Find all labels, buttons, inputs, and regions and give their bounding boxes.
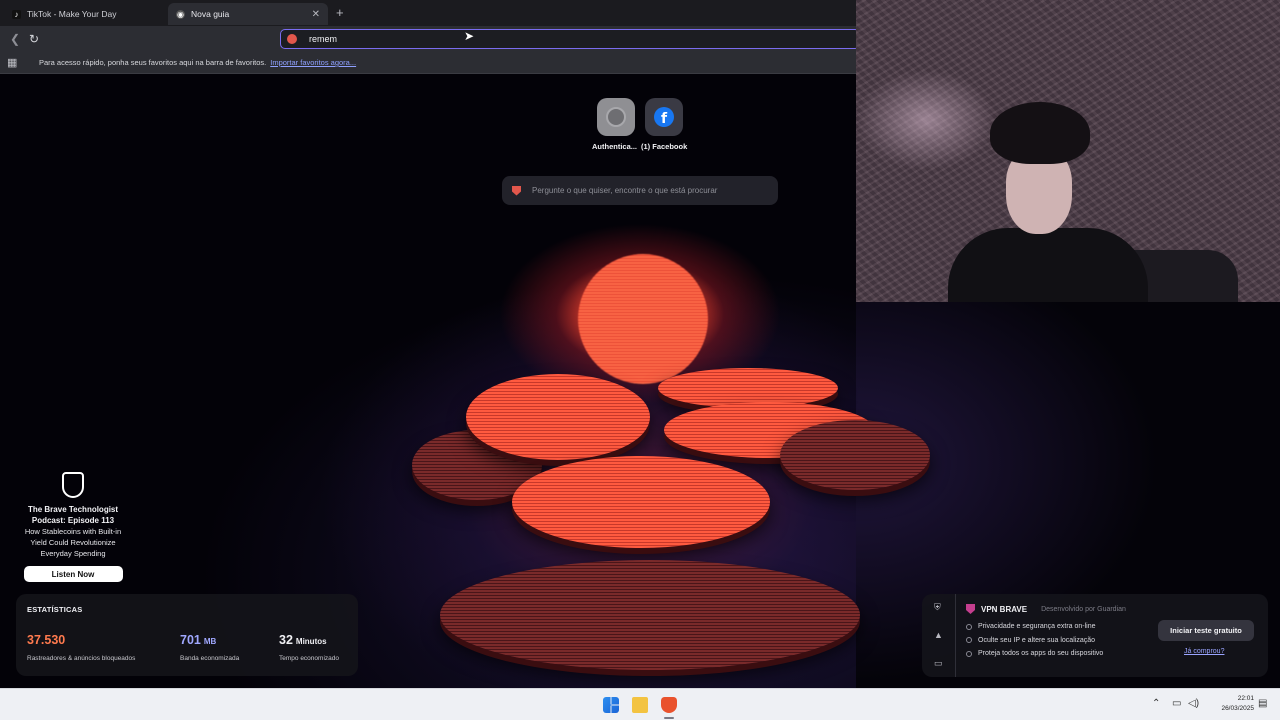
vpn-provider: Desenvolvido por Guardian	[1041, 605, 1126, 613]
vpn-feature-text: Oculte seu IP e altere sua localização	[978, 636, 1095, 644]
ask-placeholder: Pergunte o que quiser, encontre o que es…	[532, 186, 718, 195]
top-site-facebook[interactable]: f	[645, 98, 683, 136]
address-bar[interactable]	[280, 29, 860, 49]
check-circle-icon	[966, 650, 972, 657]
webcam-overlay	[856, 0, 1280, 302]
close-tab-icon[interactable]: ✕	[312, 9, 320, 20]
stat-time: 32 Minutos Tempo economizado	[279, 631, 339, 662]
notification-icon[interactable]: ▤	[1258, 698, 1267, 709]
active-app-indicator	[664, 717, 674, 719]
network-icon[interactable]: ▭	[1172, 698, 1181, 709]
vpn-title-row: VPN BRAVE Desenvolvido por Guardian	[966, 604, 1126, 614]
streamer-body	[948, 228, 1148, 302]
import-bookmarks-link[interactable]: Importar favoritos agora...	[270, 58, 356, 67]
vpn-feature: Proteja todos os apps do seu dispositivo	[966, 647, 1103, 661]
vpn-card: ⛨ ▲ ▭ VPN BRAVE Desenvolvido por Guardia…	[922, 594, 1268, 677]
back-icon[interactable]: ❮	[10, 32, 20, 46]
check-circle-icon	[966, 637, 972, 644]
top-site-authentica[interactable]	[597, 98, 635, 136]
podcast-title: The Brave Technologist Podcast: Episode …	[27, 505, 119, 525]
vpn-feature-text: Proteja todos os apps do seu dispositivo	[978, 650, 1104, 658]
start-trial-button[interactable]: Iniciar teste gratuito	[1158, 620, 1254, 641]
stat-unit: Minutos	[295, 637, 327, 646]
vpn-feature-text: Privacidade e segurança extra on-line	[978, 623, 1096, 631]
windows-start-icon[interactable]	[603, 697, 619, 713]
background-coin-art	[780, 420, 930, 490]
vpn-title: VPN BRAVE	[981, 604, 1028, 614]
streamer-hair	[990, 102, 1090, 164]
brave-browser-icon[interactable]	[661, 697, 677, 713]
background-sun-art	[578, 254, 708, 384]
taskbar: ⌃ ▭ ◁) 22:01 26/03/2025 ▤	[0, 688, 1280, 720]
brave-search-icon	[287, 34, 297, 44]
stat-bandwidth: 701 MB Banda economizada	[180, 631, 239, 662]
vpn-sidebar: ⛨ ▲ ▭	[922, 594, 956, 677]
clock[interactable]: 22:01 26/03/2025	[1206, 694, 1254, 714]
tab-tiktok[interactable]: ♪ TikTok - Make Your Day	[4, 3, 164, 25]
vpn-feature: Oculte seu IP e altere sua localização	[966, 634, 1103, 648]
stat-label: Rastreadores & anúncios bloqueados	[27, 655, 136, 662]
tab-bar: ♪ TikTok - Make Your Day ◉ Nova guia ✕ +	[0, 0, 856, 26]
chevron-up-icon[interactable]: ⌃	[1152, 698, 1160, 709]
facebook-icon: f	[654, 107, 674, 127]
card-icon[interactable]: ▭	[934, 658, 943, 669]
screen: ♪ TikTok - Make Your Day ◉ Nova guia ✕ +…	[0, 0, 1280, 720]
stat-unit: MB	[203, 637, 217, 646]
new-tab-button[interactable]: +	[336, 5, 344, 20]
vpn-feature: Privacidade e segurança extra on-line	[966, 620, 1103, 634]
clock-time: 22:01	[1237, 695, 1254, 702]
brave-lion-logo-icon	[62, 472, 84, 498]
listen-now-button[interactable]: Listen Now	[23, 566, 123, 582]
stat-label: Banda economizada	[180, 655, 240, 662]
check-circle-icon	[966, 623, 972, 630]
shield-icon[interactable]: ⛨	[934, 602, 941, 613]
podcast-description: How Stablecoins with Built-in Yield Coul…	[24, 527, 122, 558]
reload-icon[interactable]: ↻	[29, 32, 39, 46]
mouse-cursor-icon: ➤	[464, 29, 475, 43]
stat-trackers: 37.530 Rastreadores & anúncios bloqueado…	[27, 631, 135, 662]
stats-card: ESTATÍSTICAS 37.530 Rastreadores & anúnc…	[16, 594, 358, 676]
brave-shield-icon: ◉	[176, 9, 185, 19]
brave-lion-icon	[512, 185, 521, 196]
address-input[interactable]	[309, 34, 609, 44]
globe-icon	[606, 107, 626, 127]
stat-value: 701	[180, 633, 201, 647]
bookmarks-bar: ▦ Para acesso rápido, ponha seus favorit…	[0, 52, 856, 74]
background-coin-art	[440, 560, 860, 670]
background-coin-art	[512, 456, 770, 548]
file-explorer-icon[interactable]	[632, 697, 648, 713]
tiktok-icon: ♪	[12, 9, 21, 19]
tab-label: TikTok - Make Your Day	[27, 9, 117, 19]
top-site-label: Authentica...	[592, 142, 638, 151]
tab-new-tab[interactable]: ◉ Nova guia ✕	[168, 3, 328, 25]
background-coin-art	[466, 374, 650, 460]
stat-label: Tempo economizado	[279, 655, 339, 662]
bookmarks-message: Para acesso rápido, ponha seus favoritos…	[39, 58, 267, 67]
top-site-label: (1) Facebook	[641, 142, 688, 151]
vpn-shield-icon	[966, 604, 975, 614]
streamer-figure	[948, 100, 1238, 302]
stats-heading: ESTATÍSTICAS	[27, 605, 83, 614]
already-bought-link[interactable]: Já comprou?	[1184, 648, 1224, 655]
podcast-card: The Brave Technologist Podcast: Episode …	[18, 472, 128, 582]
vpn-features: Privacidade e segurança extra on-line Oc…	[966, 620, 1103, 661]
toolbar: ❮ ↻	[0, 26, 860, 52]
clock-date: 26/03/2025	[1221, 705, 1254, 712]
stat-value: 37.530	[27, 633, 66, 647]
volume-icon[interactable]: ◁)	[1188, 698, 1199, 709]
warning-icon[interactable]: ▲	[934, 630, 943, 640]
apps-grid-icon[interactable]: ▦	[7, 56, 21, 69]
stat-value: 32	[279, 633, 293, 647]
ask-search-box[interactable]: Pergunte o que quiser, encontre o que es…	[502, 176, 778, 205]
tab-label: Nova guia	[191, 9, 230, 19]
